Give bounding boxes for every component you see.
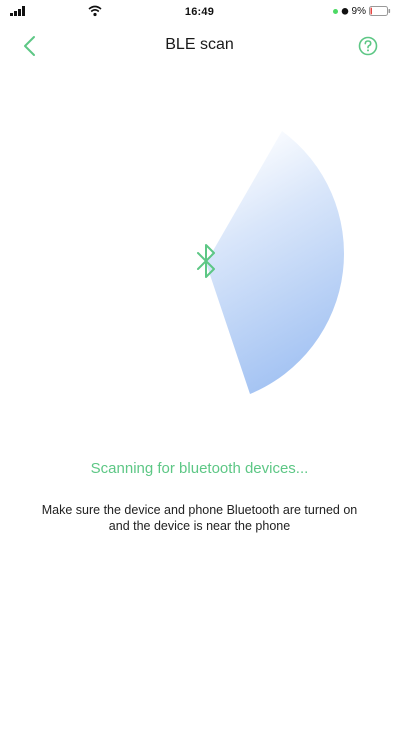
status-right-group: 9% [332, 5, 391, 17]
scan-status-text: Scanning for bluetooth devices... [90, 460, 309, 477]
alarm-icon [341, 8, 348, 15]
help-button[interactable] [357, 35, 379, 57]
green-dot-icon [332, 8, 338, 14]
battery-percent: 9% [351, 5, 366, 17]
question-circle-icon [358, 36, 378, 56]
scan-hint-text: Make sure the device and phone Bluetooth… [41, 503, 358, 533]
nav-bar: BLE scan [0, 24, 399, 68]
ble-scan-screen: 16:49 9% BLE scan Scanning for bluetooth… [0, 0, 399, 734]
page-title: BLE scan [165, 36, 234, 53]
battery-icon [369, 6, 391, 16]
radar-sweep [206, 131, 345, 394]
back-button[interactable] [18, 34, 42, 58]
radar-scan [197, 131, 345, 394]
chevron-left-icon [24, 36, 35, 56]
status-bar: 16:49 9% [0, 0, 399, 24]
